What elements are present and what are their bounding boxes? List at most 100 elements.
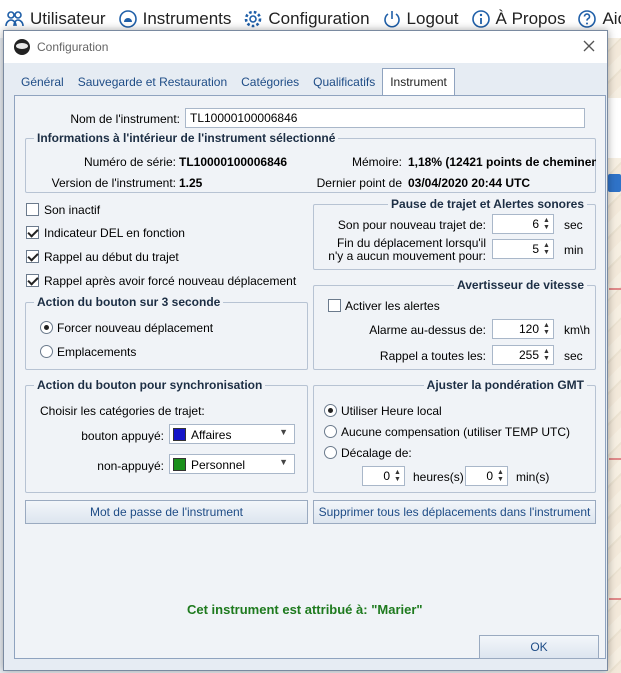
decalage-label: Décalage de: — [341, 446, 412, 460]
lastpoint-label: Dernier point de — [316, 176, 402, 190]
pressed-label: bouton appuyé: — [81, 429, 164, 443]
rappel-vitesse-label: Rappel a toutes les: — [379, 349, 486, 363]
dialog-title: Configuration — [37, 40, 109, 54]
assigned-user: "Marier" — [371, 602, 423, 617]
menu-label: Configuration — [268, 9, 370, 28]
minutes-value: 0 — [486, 469, 493, 483]
info-icon — [471, 9, 491, 29]
fin-deplacement-unit: min — [564, 243, 584, 257]
delete-all-trips-button[interactable]: Supprimer tous les déplacements dans l'i… — [313, 500, 596, 524]
bouton3-group: Action du bouton sur 3 seconde Forcer no… — [25, 295, 308, 370]
activer-alertes-checkbox[interactable] — [328, 299, 341, 312]
gmt-group: Ajuster la pondération GMT Utiliser Heur… — [313, 378, 596, 493]
category-color-swatch — [173, 428, 186, 441]
minutes-unit: min(s) — [516, 470, 550, 484]
activer-alertes-label: Activer les alertes — [345, 299, 440, 313]
menu-label: À Propos — [495, 9, 566, 28]
map-road — [609, 288, 621, 290]
alarme-spinner[interactable]: 120 ▲ ▼ — [492, 319, 554, 339]
fin-deplacement-label-1: Fin du déplacement lorsqu'il — [336, 236, 486, 250]
serial-label: Numéro de série: — [83, 155, 176, 169]
tab-instrument[interactable]: Instrument — [382, 68, 455, 96]
map-road — [609, 458, 621, 460]
son-trajet-label: Son pour nouveau trajet de: — [337, 218, 486, 232]
fin-deplacement-value: 5 — [532, 242, 539, 256]
rappel-debut-label: Rappel au début du trajet — [44, 250, 179, 264]
memory-label: Mémoire: — [351, 155, 402, 169]
menu-instruments[interactable]: Instruments — [118, 9, 232, 29]
hours-unit: heures(s) — [413, 470, 464, 484]
del-checkbox[interactable] — [26, 226, 39, 239]
close-icon[interactable] — [581, 38, 597, 54]
instrument-panel: Nom de l'instrument: TL10000100006846 In… — [14, 95, 606, 659]
decalage-radio[interactable] — [324, 446, 337, 459]
tab-sauvegarde[interactable]: Sauvegarde et Restauration — [71, 69, 234, 95]
version-label: Version de l'instrument: — [51, 176, 176, 190]
menu-logout[interactable]: Logout — [382, 9, 459, 29]
bouton3-group-title: Action du bouton sur 3 seconde — [34, 295, 224, 309]
menu-label: Utilisateur — [30, 9, 106, 28]
pressed-category-select[interactable]: Affaires ▼ — [169, 424, 295, 444]
serial-value: TL10000100006846 — [179, 155, 288, 169]
emplacements-radio[interactable] — [40, 345, 53, 358]
alarme-unit: km\h — [564, 323, 591, 337]
background-map — [606, 38, 621, 673]
instruments-icon — [118, 9, 138, 29]
heure-locale-label: Utiliser Heure local — [341, 404, 442, 418]
lastpoint-value: 03/04/2020 20:44 UTC — [408, 176, 531, 190]
choose-categories-label: Choisir les catégories de trajet: — [40, 404, 205, 418]
pause-group-title: Pause de trajet et Alertes sonores — [388, 197, 587, 211]
menu-label: Instruments — [142, 9, 232, 28]
rappel-debut-checkbox[interactable] — [26, 250, 39, 263]
alarme-label: Alarme au-dessus de: — [369, 323, 486, 337]
ok-button[interactable]: OK — [479, 635, 599, 659]
hours-value: 0 — [383, 469, 390, 483]
forcer-label: Forcer nouveau déplacement — [57, 321, 214, 335]
heure-locale-radio[interactable] — [324, 404, 337, 417]
notpressed-category-select[interactable]: Personnel ▼ — [169, 454, 295, 474]
app-icon — [13, 38, 31, 56]
dialog-body: Général Sauvegarde et Restauration Catég… — [4, 63, 607, 670]
rappel-vitesse-unit: sec — [564, 349, 583, 363]
forcer-radio[interactable] — [40, 321, 53, 334]
tab-qualificatifs[interactable]: Qualificatifs — [306, 69, 382, 95]
spinner-arrows-icon[interactable]: ▲ ▼ — [393, 469, 402, 484]
menu-apropos[interactable]: À Propos — [471, 9, 566, 29]
rappel-force-checkbox[interactable] — [26, 274, 39, 287]
gear-icon — [243, 9, 263, 29]
gmt-group-title: Ajuster la pondération GMT — [423, 378, 587, 392]
menu-aide[interactable]: Aide — [577, 9, 621, 29]
instrument-name-input[interactable]: TL10000100006846 — [185, 108, 585, 128]
configuration-dialog: Configuration Général Sauvegarde et Rest… — [3, 30, 608, 671]
assigned-message: Cet instrument est attribué à: "Marier" — [187, 602, 423, 617]
rappel-vitesse-spinner[interactable]: 255 ▲ ▼ — [492, 345, 554, 365]
spinner-arrows-icon[interactable]: ▲ ▼ — [542, 242, 551, 257]
fin-deplacement-label-2: n'y a aucun mouvement pour: — [328, 249, 486, 263]
map-road — [609, 598, 621, 600]
minutes-spinner[interactable]: 0 ▲ ▼ — [465, 466, 508, 486]
son-inactif-checkbox[interactable] — [26, 203, 39, 216]
help-icon — [577, 9, 597, 29]
rappel-force-label: Rappel après avoir forcé nouveau déplace… — [44, 274, 297, 288]
pressed-category-value: Affaires — [191, 428, 232, 442]
map-control-button[interactable] — [608, 174, 621, 192]
son-trajet-unit: sec — [564, 218, 583, 232]
spinner-arrows-icon[interactable]: ▲ ▼ — [496, 469, 505, 484]
chevron-down-icon: ▼ — [279, 427, 288, 437]
son-trajet-spinner[interactable]: 6 ▲ ▼ — [492, 214, 554, 234]
spinner-arrows-icon[interactable]: ▲ ▼ — [542, 322, 551, 337]
category-color-swatch — [173, 458, 186, 471]
spinner-arrows-icon[interactable]: ▲ ▼ — [542, 217, 551, 232]
sync-group: Action du bouton pour synchronisation Ch… — [25, 378, 308, 493]
hours-spinner[interactable]: 0 ▲ ▼ — [362, 466, 405, 486]
memory-value: 1,18% (12421 points de cheminemen — [408, 155, 596, 169]
tab-general[interactable]: Général — [14, 69, 71, 95]
password-button[interactable]: Mot de passe de l'instrument — [25, 500, 308, 524]
menu-utilisateur[interactable]: Utilisateur — [5, 9, 106, 29]
del-label: Indicateur DEL en fonction — [44, 226, 185, 240]
spinner-arrows-icon[interactable]: ▲ ▼ — [542, 348, 551, 363]
fin-deplacement-spinner[interactable]: 5 ▲ ▼ — [492, 239, 554, 259]
aucune-compensation-radio[interactable] — [324, 425, 337, 438]
menu-configuration[interactable]: Configuration — [243, 9, 370, 29]
tab-categories[interactable]: Catégories — [234, 69, 306, 95]
